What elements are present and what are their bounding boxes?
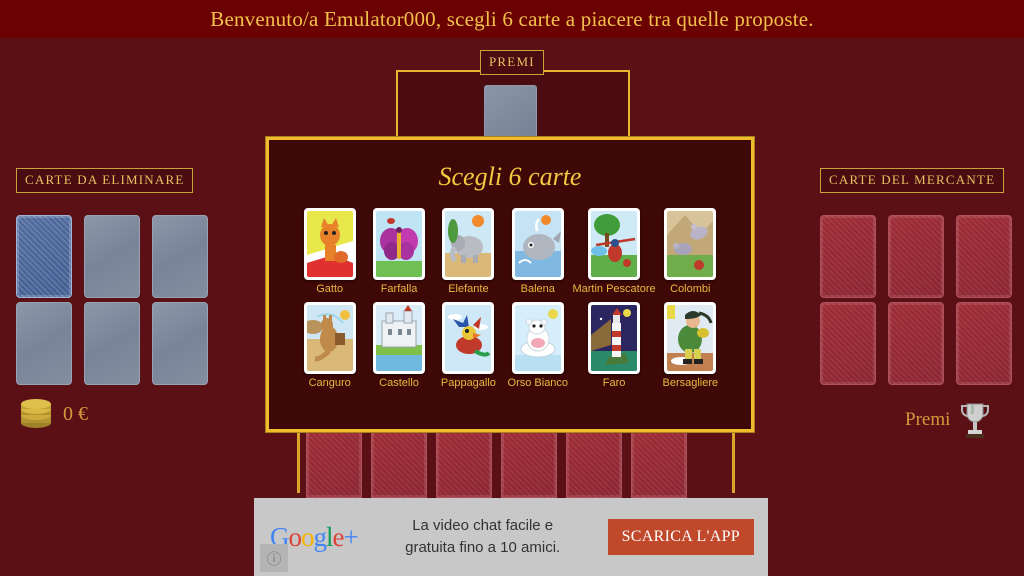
card-face[interactable] — [373, 302, 426, 374]
carte-da-eliminare-label: CARTE DA ELIMINARE — [16, 168, 194, 193]
hand-card-4[interactable] — [501, 430, 557, 498]
card-face[interactable] — [511, 302, 564, 374]
card-label: Gatto — [316, 283, 344, 295]
card-option-7[interactable]: Canguro — [295, 302, 364, 389]
eliminare-slot-1[interactable] — [16, 215, 72, 298]
card-face[interactable] — [442, 302, 495, 374]
card-artwork — [376, 305, 423, 371]
choose-cards-dialog: Scegli 6 carte Gatto Farfalla Elefante Bale… — [266, 137, 754, 432]
info-icon[interactable]: ⓘ — [260, 544, 288, 572]
ad-text: La video chat facile e gratuita fino a 1… — [358, 515, 608, 559]
hand-card-3[interactable] — [436, 430, 492, 498]
card-artwork — [591, 211, 638, 277]
carte-da-eliminare-slots — [16, 215, 218, 389]
card-option-6[interactable]: Colombi — [656, 208, 725, 295]
card-face[interactable] — [373, 208, 426, 280]
card-option-10[interactable]: Orso Bianco — [503, 302, 572, 389]
card-artwork — [514, 211, 561, 277]
card-artwork — [306, 305, 353, 371]
mercante-slot-5[interactable] — [888, 302, 944, 385]
hand-card-5[interactable] — [566, 430, 622, 498]
card-face[interactable] — [664, 302, 717, 374]
eliminare-slot-3[interactable] — [152, 215, 208, 298]
coins-icon — [21, 399, 51, 428]
card-label: Canguro — [308, 377, 351, 389]
card-label: Elefante — [448, 283, 489, 295]
carte-da-eliminare-panel: CARTE DA ELIMINARE — [16, 168, 218, 389]
card-face[interactable] — [588, 302, 641, 374]
card-option-9[interactable]: Pappagallo — [434, 302, 503, 389]
trophy-icon — [961, 403, 990, 438]
carte-del-mercante-slots — [820, 215, 1022, 389]
card-option-8[interactable]: Castello — [364, 302, 433, 389]
card-label: Bersagliere — [662, 377, 719, 389]
card-option-12[interactable]: Bersagliere — [656, 302, 725, 389]
card-option-2[interactable]: Farfalla — [364, 208, 433, 295]
card-face[interactable] — [664, 208, 717, 280]
carte-del-mercante-label: CARTE DEL MERCANTE — [820, 168, 1005, 193]
hand-card-6[interactable] — [631, 430, 687, 498]
mercante-slot-3[interactable] — [956, 215, 1012, 298]
dialog-title: Scegli 6 carte — [438, 162, 582, 191]
page-title: Benvenuto/a Emulator000, scegli 6 carte … — [210, 6, 814, 31]
mercante-slot-2[interactable] — [888, 215, 944, 298]
card-label: Colombi — [670, 283, 711, 295]
ad-text-line1: La video chat facile e — [412, 517, 554, 535]
player-hand-row — [306, 430, 726, 498]
premi-panel-label: PREMI — [480, 50, 544, 75]
premi-panel-label-wrap: PREMI — [480, 50, 544, 75]
mercante-slot-6[interactable] — [956, 302, 1012, 385]
card-artwork — [667, 211, 714, 277]
money-counter: 0 € — [18, 398, 88, 430]
eliminare-slot-5[interactable] — [84, 302, 140, 385]
card-artwork — [667, 305, 714, 371]
card-artwork — [591, 305, 638, 371]
mercante-slot-4[interactable] — [820, 302, 876, 385]
card-label: Farfalla — [380, 283, 418, 295]
eliminare-slot-2[interactable] — [84, 215, 140, 298]
eliminare-slot-6[interactable] — [152, 302, 208, 385]
eliminare-slot-4[interactable] — [16, 302, 72, 385]
card-option-4[interactable]: Balena — [503, 208, 572, 295]
carte-del-mercante-panel: CARTE DEL MERCANTE — [820, 168, 1022, 389]
card-face[interactable] — [303, 302, 356, 374]
ad-cta-button[interactable]: SCARICA L'APP — [607, 519, 754, 555]
premi-trophy-label: Premi — [905, 409, 951, 430]
card-artwork — [445, 305, 492, 371]
money-amount: 0 € — [63, 402, 88, 425]
card-option-3[interactable]: Elefante — [434, 208, 503, 295]
card-label: Balena — [520, 283, 555, 295]
hand-card-2[interactable] — [371, 430, 427, 498]
card-artwork — [514, 305, 561, 371]
card-option-11[interactable]: Faro — [572, 302, 655, 389]
card-label: Faro — [602, 377, 626, 389]
card-artwork — [376, 211, 423, 277]
card-label: Martin Pescatore — [572, 283, 656, 295]
premi-trophy-area[interactable]: Premi — [905, 400, 992, 440]
card-face[interactable] — [511, 208, 564, 280]
card-face[interactable] — [442, 208, 495, 280]
header-bar: Benvenuto/a Emulator000, scegli 6 carte … — [0, 0, 1024, 38]
card-option-5[interactable]: Martin Pescatore — [572, 208, 656, 295]
hand-card-1[interactable] — [306, 430, 362, 498]
card-artwork — [306, 211, 353, 277]
ad-text-line2: gratuita fino a 10 amici. — [405, 539, 561, 556]
selectable-card-grid: Gatto Farfalla Elefante Balena Martin Pescat… — [295, 208, 725, 389]
card-face[interactable] — [588, 208, 641, 280]
card-label: Orso Bianco — [507, 377, 569, 389]
ad-banner[interactable]: Google+ La video chat facile e gratuita … — [254, 498, 768, 576]
card-option-1[interactable]: Gatto — [295, 208, 364, 295]
card-label: Pappagallo — [440, 377, 496, 389]
mercante-slot-1[interactable] — [820, 215, 876, 298]
card-face[interactable] — [303, 208, 356, 280]
card-artwork — [445, 211, 492, 277]
card-label: Castello — [379, 377, 419, 389]
